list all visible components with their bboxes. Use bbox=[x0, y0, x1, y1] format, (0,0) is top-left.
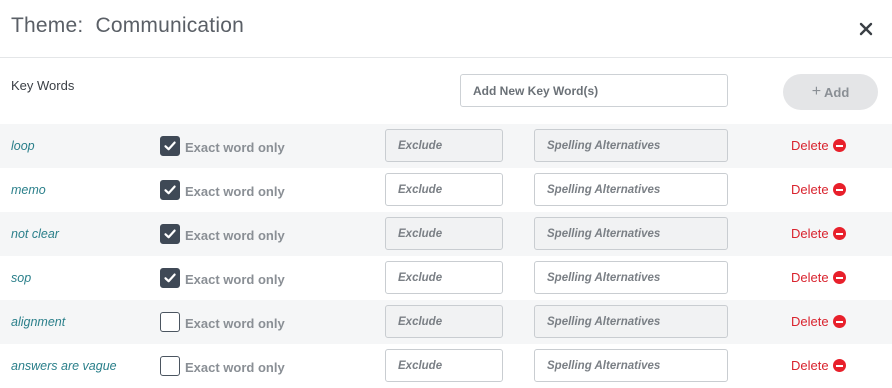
exclude-input[interactable] bbox=[385, 129, 503, 162]
keyword-text: sop bbox=[11, 271, 32, 285]
checkmark-icon bbox=[164, 185, 176, 195]
exclude-input[interactable] bbox=[385, 261, 503, 294]
delete-button[interactable]: Delete bbox=[791, 358, 846, 373]
keyword-text: answers are vague bbox=[11, 359, 117, 373]
keyword-list: loop Exact word only Delete memo Exact word … bbox=[0, 124, 892, 388]
add-keyword-input[interactable] bbox=[460, 74, 728, 107]
delete-label: Delete bbox=[791, 138, 829, 153]
delete-label: Delete bbox=[791, 226, 829, 241]
spelling-alternatives-input[interactable] bbox=[534, 217, 728, 250]
checkmark-icon bbox=[164, 141, 176, 151]
exact-word-checkbox[interactable] bbox=[160, 136, 180, 156]
exact-word-checkbox[interactable] bbox=[160, 356, 180, 376]
exact-word-label: Exact word only bbox=[185, 272, 285, 287]
page-title: Theme: Communication bbox=[11, 14, 244, 37]
exclude-input[interactable] bbox=[385, 217, 503, 250]
exact-word-label: Exact word only bbox=[185, 316, 285, 331]
exact-word-label: Exact word only bbox=[185, 360, 285, 375]
delete-button[interactable]: Delete bbox=[791, 226, 846, 241]
exclude-input[interactable] bbox=[385, 173, 503, 206]
minus-circle-icon bbox=[832, 271, 846, 284]
spelling-alternatives-input[interactable] bbox=[534, 349, 728, 382]
exclude-input[interactable] bbox=[385, 305, 503, 338]
minus-circle-icon bbox=[832, 139, 846, 152]
minus-circle-icon bbox=[832, 183, 846, 196]
delete-label: Delete bbox=[791, 314, 829, 329]
delete-button[interactable]: Delete bbox=[791, 270, 846, 285]
delete-label: Delete bbox=[791, 182, 829, 197]
minus-circle-icon bbox=[832, 315, 846, 328]
exact-word-checkbox[interactable] bbox=[160, 312, 180, 332]
keyword-text: alignment bbox=[11, 315, 66, 329]
delete-button[interactable]: Delete bbox=[791, 182, 846, 197]
keyword-row: loop Exact word only Delete bbox=[0, 124, 892, 168]
exact-word-checkbox[interactable] bbox=[160, 180, 180, 200]
keyword-text: not clear bbox=[11, 227, 59, 241]
add-keyword-button[interactable]: + Add bbox=[783, 74, 878, 110]
exact-word-label: Exact word only bbox=[185, 184, 285, 199]
keyword-row: sop Exact word only Delete bbox=[0, 256, 892, 300]
modal-header: Theme: Communication bbox=[0, 0, 892, 58]
add-button-label: Add bbox=[824, 84, 850, 100]
spelling-alternatives-input[interactable] bbox=[534, 305, 728, 338]
delete-label: Delete bbox=[791, 358, 829, 373]
keyword-row: not clear Exact word only Delete bbox=[0, 212, 892, 256]
key-words-label: Key Words bbox=[11, 78, 75, 93]
exact-word-checkbox[interactable] bbox=[160, 268, 180, 288]
minus-circle-icon bbox=[832, 359, 846, 372]
exact-word-label: Exact word only bbox=[185, 228, 285, 243]
keyword-text: memo bbox=[11, 183, 46, 197]
keyword-text: loop bbox=[11, 139, 35, 153]
spelling-alternatives-input[interactable] bbox=[534, 261, 728, 294]
checkmark-icon bbox=[164, 229, 176, 239]
exclude-input[interactable] bbox=[385, 349, 503, 382]
keyword-row: memo Exact word only Delete bbox=[0, 168, 892, 212]
minus-circle-icon bbox=[832, 227, 846, 240]
close-icon[interactable] bbox=[857, 20, 875, 38]
delete-label: Delete bbox=[791, 270, 829, 285]
delete-button[interactable]: Delete bbox=[791, 138, 846, 153]
checkmark-icon bbox=[164, 273, 176, 283]
exact-word-checkbox[interactable] bbox=[160, 224, 180, 244]
spelling-alternatives-input[interactable] bbox=[534, 129, 728, 162]
spelling-alternatives-input[interactable] bbox=[534, 173, 728, 206]
exact-word-label: Exact word only bbox=[185, 140, 285, 155]
plus-icon: + bbox=[811, 83, 822, 100]
keyword-row: alignment Exact word only Delete bbox=[0, 300, 892, 344]
delete-button[interactable]: Delete bbox=[791, 314, 846, 329]
keyword-row: answers are vague Exact word only Delete bbox=[0, 344, 892, 388]
